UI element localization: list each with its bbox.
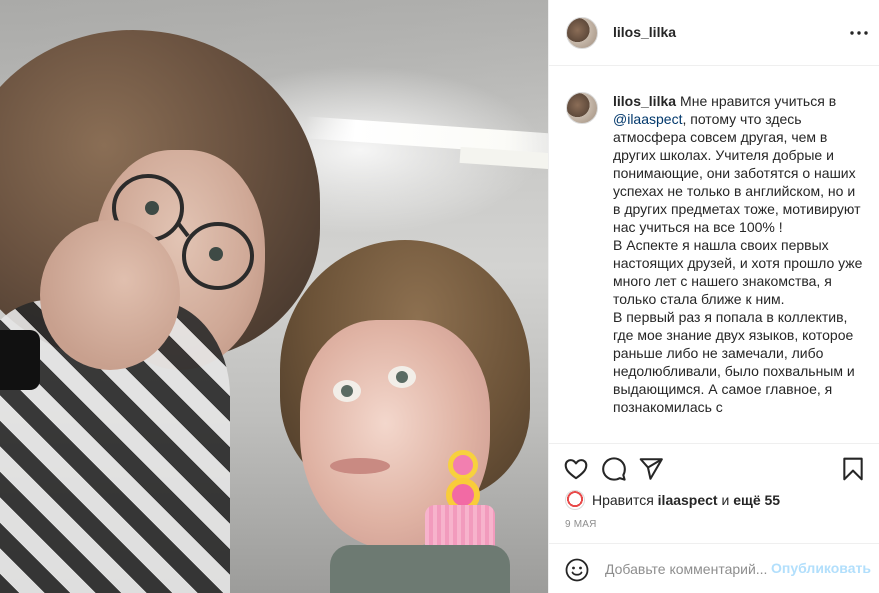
smiley-icon[interactable]: [565, 558, 589, 582]
likes-others-link[interactable]: ещё 55: [733, 492, 780, 508]
photo-person-hand: [40, 220, 180, 370]
caption-username[interactable]: lilos_lilka: [613, 93, 676, 109]
avatar[interactable]: [566, 92, 598, 124]
caption-paragraph: В первый раз я попала в коллектив, где м…: [613, 309, 855, 415]
caption-mention-link[interactable]: @ilaaspect: [613, 111, 682, 127]
heart-icon[interactable]: [563, 456, 589, 482]
post-actions: [549, 443, 879, 491]
post-comment-button[interactable]: Опубликовать: [771, 560, 871, 576]
caption-paragraph: В Аспекте я нашла своих первых настоящих…: [613, 237, 863, 307]
likes-summary[interactable]: Нравится ilaaspect и ещё 55: [565, 489, 780, 511]
comment-icon[interactable]: [601, 456, 627, 482]
likes-prefix: Нравится: [592, 492, 654, 508]
bookmark-icon[interactable]: [840, 456, 866, 482]
likes-user-link[interactable]: ilaaspect: [658, 492, 718, 508]
avatar[interactable]: [566, 17, 598, 49]
post-photo[interactable]: [0, 0, 548, 593]
header-username[interactable]: lilos_lilka: [613, 24, 676, 40]
likes-middle: и: [721, 492, 730, 508]
photo-eye: [388, 366, 416, 388]
comment-bar: Опубликовать: [549, 543, 879, 593]
more-horizontal-icon[interactable]: [847, 22, 871, 44]
paper-plane-icon[interactable]: [638, 456, 664, 482]
post-side-panel: lilos_lilka lilos_lilka Мне нравится учит…: [548, 0, 879, 593]
post-date[interactable]: 9 мая: [565, 519, 597, 530]
avatar: [565, 490, 585, 510]
caption-area[interactable]: lilos_lilka Мне нравится учиться в @ilaas…: [549, 67, 879, 443]
photo-eye: [333, 380, 361, 402]
photo-watch: [0, 330, 40, 390]
post-header: lilos_lilka: [549, 0, 879, 66]
photo-mouth: [330, 458, 390, 474]
caption-text-part: , потому что здесь атмосфера совсем друг…: [613, 111, 861, 235]
caption-text-part: Мне нравится учиться в: [680, 93, 837, 109]
instagram-post: lilos_lilka lilos_lilka Мне нравится учит…: [0, 0, 879, 593]
photo-shirt: [330, 545, 510, 593]
photo-earring: [448, 450, 478, 480]
caption-text: lilos_lilka Мне нравится учиться в @ilaas…: [613, 92, 865, 416]
comment-input[interactable]: [605, 558, 771, 580]
